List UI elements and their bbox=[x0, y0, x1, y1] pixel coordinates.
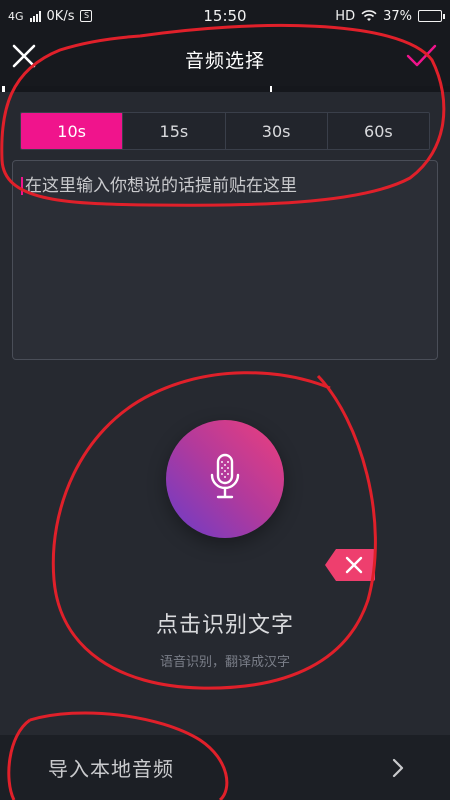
status-left: 4G 0K/s S bbox=[8, 9, 168, 24]
recognize-hint: 语音识别，翻译成汉字 bbox=[159, 655, 290, 670]
signal-icon bbox=[29, 10, 41, 22]
text-caret bbox=[21, 177, 23, 195]
page-title: 音频选择 bbox=[184, 49, 265, 72]
tab-label: 10s bbox=[57, 121, 86, 141]
speech-text-input[interactable]: 在这里输入你想说的话提前贴在这里 bbox=[12, 160, 438, 360]
microphone-button[interactable] bbox=[166, 420, 284, 538]
s-badge-icon: S bbox=[80, 10, 93, 22]
battery-percent: 37% bbox=[383, 8, 412, 24]
check-icon[interactable] bbox=[404, 42, 438, 70]
import-local-audio-button[interactable]: 导入本地音频 bbox=[0, 735, 450, 800]
tab-30s[interactable]: 30s bbox=[224, 113, 327, 149]
network-speed: 0K/s bbox=[46, 8, 75, 24]
status-time: 15:50 bbox=[203, 7, 247, 25]
tab-60s[interactable]: 60s bbox=[326, 113, 429, 149]
close-icon[interactable] bbox=[10, 42, 38, 70]
header: 音频选择 bbox=[0, 32, 450, 86]
recognize-text-label: 点击识别文字 bbox=[155, 613, 294, 638]
tab-15s[interactable]: 15s bbox=[122, 113, 225, 149]
status-bar: 4G 0K/s S 15:50 HD 37% bbox=[0, 0, 450, 32]
import-label: 导入本地音频 bbox=[48, 757, 174, 781]
wifi-icon bbox=[361, 10, 377, 21]
backspace-icon[interactable] bbox=[324, 548, 376, 582]
tab-label: 60s bbox=[364, 121, 393, 141]
duration-tabs: 10s 15s 30s 60s bbox=[20, 112, 430, 150]
status-right: HD 37% bbox=[282, 8, 445, 24]
microphone-icon bbox=[210, 453, 240, 499]
chevron-right-icon bbox=[392, 758, 404, 777]
text-input-placeholder: 在这里输入你想说的话提前贴在这里 bbox=[25, 176, 297, 196]
tab-label: 15s bbox=[159, 121, 189, 141]
timeline-start-marker bbox=[2, 86, 5, 92]
timeline-playhead[interactable] bbox=[270, 86, 272, 92]
tab-label: 30s bbox=[261, 121, 291, 141]
battery-icon bbox=[418, 10, 445, 22]
timeline-strip[interactable] bbox=[0, 86, 450, 92]
tab-10s[interactable]: 10s bbox=[21, 113, 123, 149]
network-type: 4G bbox=[8, 9, 24, 23]
hd-label: HD bbox=[335, 8, 356, 24]
